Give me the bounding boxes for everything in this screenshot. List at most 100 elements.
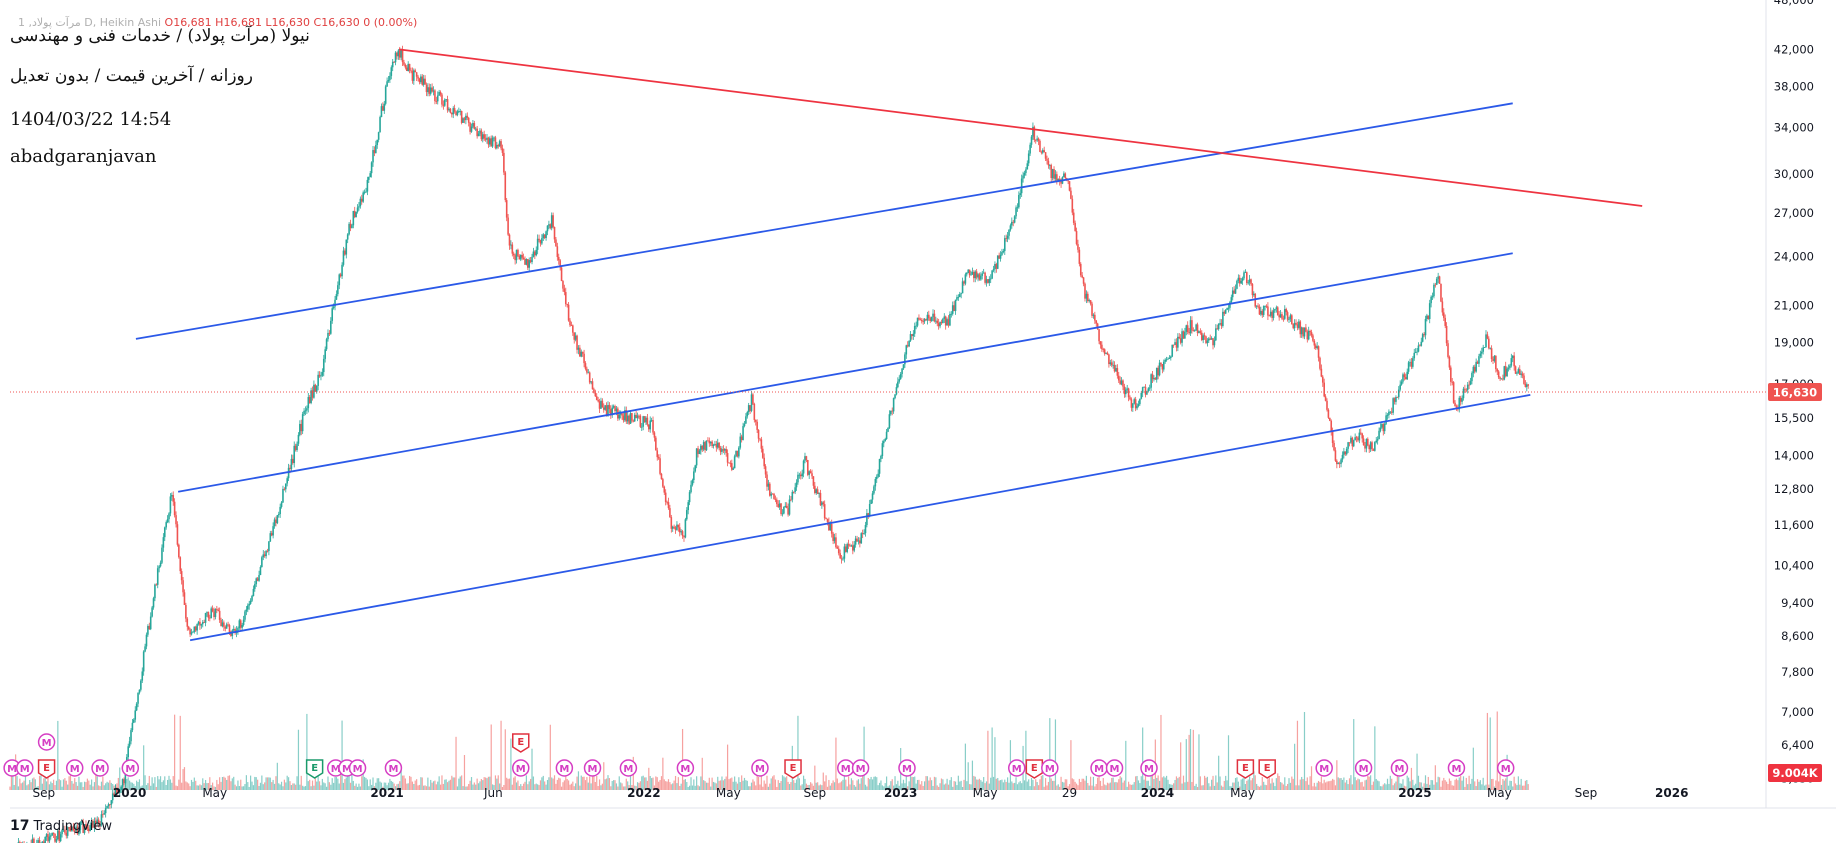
- dividend-marker[interactable]: M: [620, 760, 636, 776]
- volume-bar: [85, 782, 86, 790]
- dividend-marker[interactable]: M: [67, 760, 83, 776]
- candle-body: [1236, 281, 1238, 289]
- candle-body: [1270, 312, 1272, 316]
- volume-bar: [78, 777, 79, 790]
- candle-body: [1093, 315, 1095, 316]
- candle-body: [1374, 442, 1376, 451]
- earnings-marker[interactable]: E: [785, 760, 801, 778]
- candle-body: [1119, 380, 1121, 384]
- candle-body: [817, 489, 819, 494]
- time-tick-label: 2025: [1398, 786, 1431, 800]
- volume-bar: [1020, 781, 1021, 790]
- volume-bar: [710, 787, 711, 790]
- candle-body: [267, 551, 269, 552]
- chart-canvas[interactable]: MMEMMMEMMMMMMMMMMEMMMMEMMMMEEMMMMMME 48,…: [0, 0, 1836, 843]
- dividend-marker[interactable]: M: [899, 760, 915, 776]
- dividend-marker[interactable]: M: [1042, 760, 1058, 776]
- dividend-marker[interactable]: M: [1107, 760, 1123, 776]
- candle-body: [955, 300, 957, 311]
- volume-bar: [1381, 786, 1382, 790]
- candle-body: [1188, 332, 1190, 333]
- candle-body: [60, 834, 62, 841]
- volume-bar: [1497, 711, 1498, 790]
- tradingview-logo[interactable]: 17 TradingView: [10, 818, 112, 834]
- earnings-marker[interactable]: E: [513, 734, 529, 752]
- candle-body: [250, 601, 252, 604]
- event-markers[interactable]: MMEMMMEMMMMMMMMMMEMMMMEMMMMEEMMMMMME: [4, 734, 1514, 778]
- dividend-marker[interactable]: M: [17, 760, 33, 776]
- volume-bar: [436, 784, 437, 790]
- volume-bar: [606, 779, 607, 790]
- dividend-marker[interactable]: M: [1141, 760, 1157, 776]
- candle-body: [1378, 431, 1380, 439]
- dividend-marker[interactable]: M: [853, 760, 869, 776]
- volume-bar: [351, 775, 352, 790]
- earnings-marker[interactable]: E: [1026, 760, 1042, 778]
- volume-bar: [1222, 787, 1223, 790]
- candle-body: [208, 612, 210, 618]
- trendlines[interactable]: [10, 49, 1766, 640]
- dividend-marker[interactable]: M: [385, 760, 401, 776]
- volume-bar: [1438, 777, 1439, 790]
- volume-bar: [863, 727, 864, 790]
- dividend-marker[interactable]: M: [677, 760, 693, 776]
- dividend-marker[interactable]: M: [92, 760, 108, 776]
- candle-body: [1449, 357, 1451, 368]
- volume-bar: [313, 786, 314, 790]
- candle-body: [752, 394, 754, 404]
- earnings-marker[interactable]: E: [307, 760, 323, 778]
- candle-body: [103, 813, 105, 814]
- dividend-marker[interactable]: M: [1448, 760, 1464, 776]
- price-chart[interactable]: MMEMMMEMMMMMMMMMMEMMMMEMMMMEEMMMMMME 48,…: [0, 0, 1836, 843]
- dividend-marker[interactable]: M: [39, 734, 55, 750]
- volume-bar: [1460, 776, 1461, 790]
- dividend-marker[interactable]: M: [1091, 760, 1107, 776]
- candle-body: [1108, 355, 1110, 365]
- volume-bar: [1204, 776, 1205, 790]
- candle-body: [1088, 300, 1090, 301]
- volume-bar: [697, 785, 698, 790]
- volume-bar: [1467, 784, 1468, 790]
- volume-bar: [1051, 778, 1052, 790]
- volume-bar: [154, 777, 155, 790]
- earnings-marker[interactable]: E: [1237, 760, 1253, 778]
- dividend-marker[interactable]: M: [752, 760, 768, 776]
- price-axis[interactable]: 48,00042,00038,00034,00030,00027,00024,0…: [1768, 0, 1822, 785]
- volume-bar: [1131, 785, 1132, 790]
- candle-body: [1072, 199, 1074, 213]
- dividend-marker[interactable]: M: [838, 760, 854, 776]
- dividend-marker[interactable]: M: [513, 760, 529, 776]
- dividend-marker[interactable]: M: [556, 760, 572, 776]
- candle-body: [1143, 387, 1145, 388]
- candle-body: [111, 800, 113, 804]
- volume-bar: [882, 785, 883, 790]
- dividend-marker[interactable]: M: [1316, 760, 1332, 776]
- volume-bar: [830, 786, 831, 790]
- volume-bar: [835, 738, 836, 790]
- volume-bar: [619, 776, 620, 790]
- dividend-marker[interactable]: M: [1391, 760, 1407, 776]
- dividend-marker[interactable]: M: [350, 760, 366, 776]
- dividend-marker[interactable]: M: [1356, 760, 1372, 776]
- volume-bar: [326, 787, 327, 790]
- volume-bar: [1516, 785, 1517, 790]
- candle-body: [1049, 165, 1051, 166]
- dividend-marker[interactable]: M: [122, 760, 138, 776]
- dividend-marker[interactable]: M: [1498, 760, 1514, 776]
- volume-bar: [197, 785, 198, 790]
- marker-label: M: [20, 764, 30, 775]
- candle-body: [264, 554, 266, 556]
- candle-body: [1343, 451, 1345, 455]
- volume-bar: [789, 784, 790, 790]
- dividend-marker[interactable]: M: [1009, 760, 1025, 776]
- candle-body: [178, 545, 180, 557]
- volume-bar: [1091, 786, 1092, 790]
- dividend-marker[interactable]: M: [585, 760, 601, 776]
- candle-body: [389, 76, 391, 80]
- candle-body: [1190, 320, 1192, 333]
- earnings-marker[interactable]: E: [39, 760, 55, 778]
- earnings-marker[interactable]: E: [1259, 760, 1275, 778]
- candle-body: [1291, 315, 1293, 324]
- candle-body: [421, 77, 423, 85]
- candle-body: [1022, 176, 1024, 179]
